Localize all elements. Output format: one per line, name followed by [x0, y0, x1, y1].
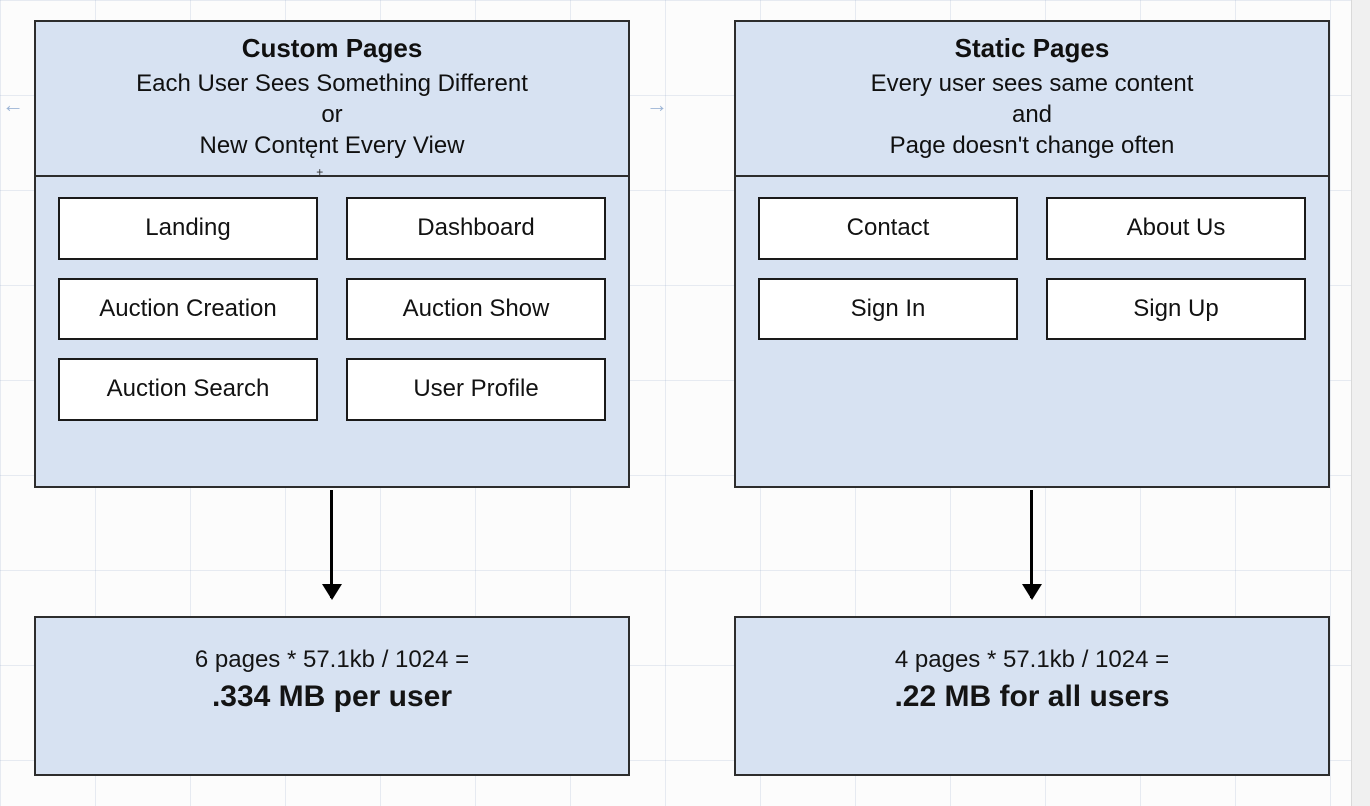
arrow-static-to-calc-icon — [1030, 490, 1033, 598]
custom-pages-sub2: New Contęnt Every View — [54, 130, 610, 161]
static-pages-calc-box[interactable]: 4 pages * 57.1kb / 1024 = .22 MB for all… — [734, 616, 1330, 776]
page-box-dashboard[interactable]: Dashboard — [346, 197, 606, 259]
diagram-canvas[interactable]: ← → Custom Pages Each User Sees Somethin… — [0, 0, 1370, 806]
custom-calc-formula: 6 pages * 57.1kb / 1024 = — [56, 646, 608, 674]
page-box-auction-creation[interactable]: Auction Creation — [58, 278, 318, 340]
arrow-custom-to-calc-icon — [330, 490, 333, 598]
page-box-contact[interactable]: Contact — [758, 197, 1018, 259]
custom-pages-title: Custom Pages — [54, 32, 610, 66]
custom-calc-result: .334 MB per user — [56, 680, 608, 714]
custom-pages-sub2a: New Cont — [199, 132, 304, 159]
canvas-hint-left-arrow-icon: ← — [2, 92, 24, 118]
custom-pages-header: Custom Pages Each User Sees Something Di… — [36, 22, 628, 177]
scrollbar-gutter[interactable] — [1351, 0, 1370, 806]
custom-pages-sub1: Each User Sees Something Different — [54, 68, 610, 99]
static-calc-formula: 4 pages * 57.1kb / 1024 = — [756, 646, 1308, 674]
custom-pages-caret-char: ę — [305, 132, 318, 159]
static-calc-result: .22 MB for all users — [756, 680, 1308, 714]
static-pages-title: Static Pages — [754, 32, 1310, 66]
custom-pages-sub2b: nt Every View — [318, 132, 464, 159]
page-box-sign-up[interactable]: Sign Up — [1046, 278, 1306, 340]
custom-pages-panel[interactable]: Custom Pages Each User Sees Something Di… — [34, 20, 630, 488]
custom-pages-or: or — [54, 99, 610, 130]
custom-pages-calc-box[interactable]: 6 pages * 57.1kb / 1024 = .334 MB per us… — [34, 616, 630, 776]
page-box-about-us[interactable]: About Us — [1046, 197, 1306, 259]
page-box-sign-in[interactable]: Sign In — [758, 278, 1018, 340]
page-box-user-profile[interactable]: User Profile — [346, 358, 606, 420]
static-pages-body: Contact About Us Sign In Sign Up — [736, 177, 1328, 360]
page-box-auction-show[interactable]: Auction Show — [346, 278, 606, 340]
canvas-hint-right-arrow-icon: → — [646, 92, 668, 118]
page-box-auction-search[interactable]: Auction Search — [58, 358, 318, 420]
static-pages-sub1: Every user sees same content — [754, 68, 1310, 99]
static-pages-and: and — [754, 99, 1310, 130]
static-pages-panel[interactable]: Static Pages Every user sees same conten… — [734, 20, 1330, 488]
page-box-landing[interactable]: Landing — [58, 197, 318, 259]
static-pages-sub2: Page doesn't change often — [754, 130, 1310, 161]
static-pages-header: Static Pages Every user sees same conten… — [736, 22, 1328, 177]
custom-pages-body: Landing Dashboard Auction Creation Aucti… — [36, 177, 628, 440]
